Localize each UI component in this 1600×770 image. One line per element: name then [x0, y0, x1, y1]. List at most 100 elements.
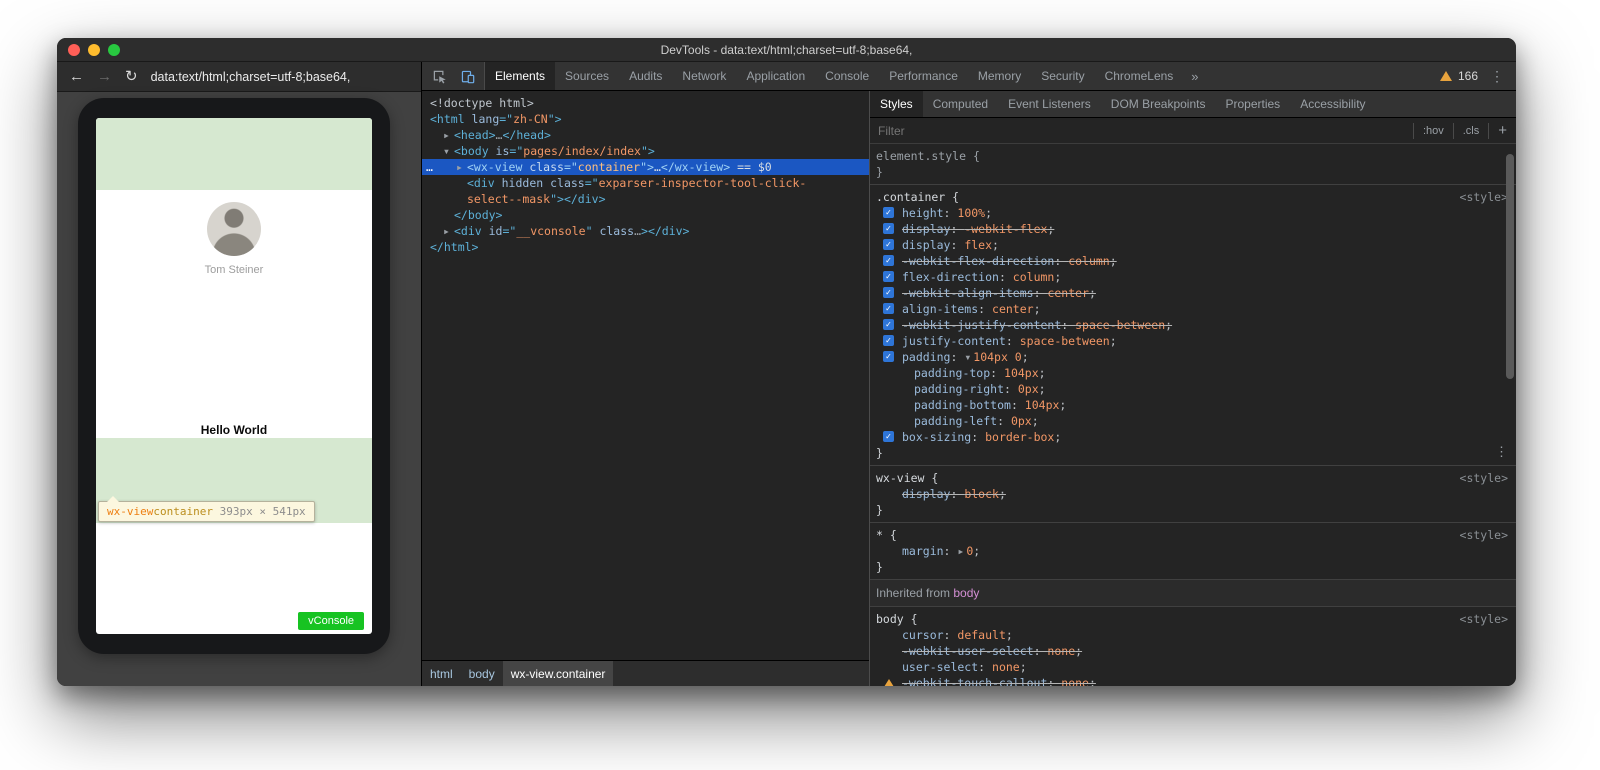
- rule-selector[interactable]: .container: [876, 190, 945, 204]
- breadcrumb-wx-view-container[interactable]: wx-view.container: [503, 661, 614, 686]
- address-url[interactable]: data:text/html;charset=utf-8;base64,: [151, 70, 351, 84]
- dom-tree-line[interactable]: </html>: [422, 239, 869, 255]
- dom-tree-line[interactable]: <div hidden class="exparser-inspector-to…: [422, 175, 869, 191]
- style-source-link[interactable]: <style>: [1460, 611, 1508, 627]
- css-property[interactable]: cursor: default;: [876, 627, 1514, 643]
- styles-tab-styles[interactable]: Styles: [870, 91, 923, 117]
- css-property[interactable]: margin: ▸0;: [876, 543, 1514, 559]
- styles-scrollbar[interactable]: [1505, 146, 1515, 686]
- property-checkbox[interactable]: ✓: [883, 287, 894, 298]
- new-style-rule-button[interactable]: +: [1488, 123, 1516, 139]
- dom-tree-line[interactable]: ▸<head>…</head>: [422, 127, 869, 143]
- devtools-menu-icon[interactable]: ⋮: [1484, 68, 1510, 85]
- tab-memory[interactable]: Memory: [968, 62, 1031, 90]
- css-property[interactable]: -webkit-user-select: none;: [876, 643, 1514, 659]
- device-toolbar-icon[interactable]: [453, 62, 481, 90]
- pseudo-state-toggle[interactable]: :hov: [1413, 123, 1453, 139]
- tab-network[interactable]: Network: [672, 62, 736, 90]
- dom-tree-line[interactable]: ▸<div id="__vconsole" class…></div>: [422, 223, 869, 239]
- rule-selector[interactable]: body: [876, 612, 904, 626]
- property-checkbox[interactable]: ✓: [883, 271, 894, 282]
- styles-tab-dom-breakpoints[interactable]: DOM Breakpoints: [1101, 91, 1216, 117]
- css-property[interactable]: user-select: none;: [876, 659, 1514, 675]
- dom-tree-line[interactable]: ▾<body is="pages/index/index">: [422, 143, 869, 159]
- dom-tree-line[interactable]: </body>: [422, 207, 869, 223]
- dom-tree-line[interactable]: select--mask"></div>: [422, 191, 869, 207]
- inspect-element-icon[interactable]: [425, 62, 453, 90]
- disclosure-arrow-icon[interactable]: ▾: [443, 143, 454, 159]
- node-menu-ellipsis[interactable]: …: [426, 159, 433, 175]
- disclosure-arrow-icon[interactable]: ▸: [443, 223, 454, 239]
- breadcrumb-body[interactable]: body: [461, 661, 503, 686]
- forward-icon[interactable]: →: [97, 69, 112, 84]
- style-source-link[interactable]: <style>: [1460, 470, 1508, 486]
- reload-icon[interactable]: ↻: [125, 69, 138, 84]
- css-property[interactable]: ✓-webkit-flex-direction: column;: [876, 253, 1514, 269]
- styles-tab-computed[interactable]: Computed: [923, 91, 998, 117]
- scrollbar-thumb[interactable]: [1506, 154, 1514, 379]
- class-toggle[interactable]: .cls: [1453, 123, 1489, 139]
- css-property[interactable]: padding-left: 0px;: [876, 413, 1514, 429]
- tab-chromelens[interactable]: ChromeLens: [1095, 62, 1184, 90]
- property-checkbox[interactable]: ✓: [883, 223, 894, 234]
- longhand-expand-icon[interactable]: ▸: [957, 544, 964, 558]
- breadcrumb-html[interactable]: html: [422, 661, 461, 686]
- inherited-from-link[interactable]: body: [953, 586, 979, 600]
- dom-tree-line[interactable]: <!doctype html>: [422, 95, 869, 111]
- css-property[interactable]: ✓display: flex;: [876, 237, 1514, 253]
- property-checkbox[interactable]: ✓: [883, 335, 894, 346]
- css-property[interactable]: ✓display: -webkit-flex;: [876, 221, 1514, 237]
- css-property[interactable]: ✓height: 100%;: [876, 205, 1514, 221]
- css-property[interactable]: display: block;: [876, 486, 1514, 502]
- tab-application[interactable]: Application: [736, 62, 815, 90]
- css-property[interactable]: ✓padding: ▾104px 0;: [876, 349, 1514, 365]
- warning-count[interactable]: 166: [1458, 69, 1478, 83]
- css-property[interactable]: -webkit-touch-callout: none;: [876, 675, 1514, 686]
- tab-audits[interactable]: Audits: [619, 62, 672, 90]
- css-property[interactable]: padding-bottom: 104px;: [876, 397, 1514, 413]
- property-checkbox[interactable]: ✓: [883, 351, 894, 362]
- style-source-link[interactable]: <style>: [1460, 527, 1508, 543]
- elements-panel: <!doctype html><html lang="zh-CN">▸<head…: [422, 91, 870, 686]
- tab-console[interactable]: Console: [815, 62, 879, 90]
- zoom-window-button[interactable]: [108, 44, 120, 56]
- styles-tab-event-listeners[interactable]: Event Listeners: [998, 91, 1101, 117]
- property-checkbox[interactable]: ✓: [883, 431, 894, 442]
- property-checkbox[interactable]: ✓: [883, 207, 894, 218]
- tab-sources[interactable]: Sources: [555, 62, 619, 90]
- vconsole-button[interactable]: vConsole: [298, 612, 364, 630]
- rule-selector[interactable]: wx-view: [876, 471, 924, 485]
- property-checkbox[interactable]: ✓: [883, 303, 894, 314]
- property-checkbox[interactable]: ✓: [883, 319, 894, 330]
- tab-elements[interactable]: Elements: [485, 62, 555, 90]
- css-property[interactable]: ✓-webkit-align-items: center;: [876, 285, 1514, 301]
- css-property[interactable]: padding-right: 0px;: [876, 381, 1514, 397]
- tab-security[interactable]: Security: [1031, 62, 1094, 90]
- property-checkbox[interactable]: ✓: [883, 255, 894, 266]
- longhand-expand-icon[interactable]: ▾: [964, 350, 971, 364]
- styles-sections: element.style {}.container {<style>✓heig…: [870, 144, 1516, 686]
- disclosure-arrow-icon[interactable]: ▸: [456, 159, 467, 175]
- css-property[interactable]: ✓flex-direction: column;: [876, 269, 1514, 285]
- minimize-window-button[interactable]: [88, 44, 100, 56]
- filter-input[interactable]: Filter: [870, 124, 1413, 138]
- more-tabs-chevron[interactable]: »: [1183, 62, 1206, 90]
- css-property[interactable]: ✓-webkit-justify-content: space-between;: [876, 317, 1514, 333]
- dom-tree-line[interactable]: <html lang="zh-CN">: [422, 111, 869, 127]
- back-icon[interactable]: ←: [69, 69, 84, 84]
- disclosure-arrow-icon[interactable]: ▸: [443, 127, 454, 143]
- dom-tree-line[interactable]: …▸<wx-view class="container">…</wx-view>…: [422, 159, 869, 175]
- close-window-button[interactable]: [68, 44, 80, 56]
- code-token: =": [502, 224, 516, 238]
- rule-selector[interactable]: *: [876, 528, 883, 542]
- property-checkbox[interactable]: ✓: [883, 239, 894, 250]
- css-property[interactable]: ✓align-items: center;: [876, 301, 1514, 317]
- css-property[interactable]: ✓box-sizing: border-box;: [876, 429, 1514, 445]
- rule-selector[interactable]: element.style: [876, 149, 966, 163]
- style-source-link[interactable]: <style>: [1460, 189, 1508, 205]
- styles-tab-accessibility[interactable]: Accessibility: [1290, 91, 1375, 117]
- tab-performance[interactable]: Performance: [879, 62, 968, 90]
- css-property[interactable]: ✓justify-content: space-between;: [876, 333, 1514, 349]
- styles-tab-properties[interactable]: Properties: [1215, 91, 1290, 117]
- css-property[interactable]: padding-top: 104px;: [876, 365, 1514, 381]
